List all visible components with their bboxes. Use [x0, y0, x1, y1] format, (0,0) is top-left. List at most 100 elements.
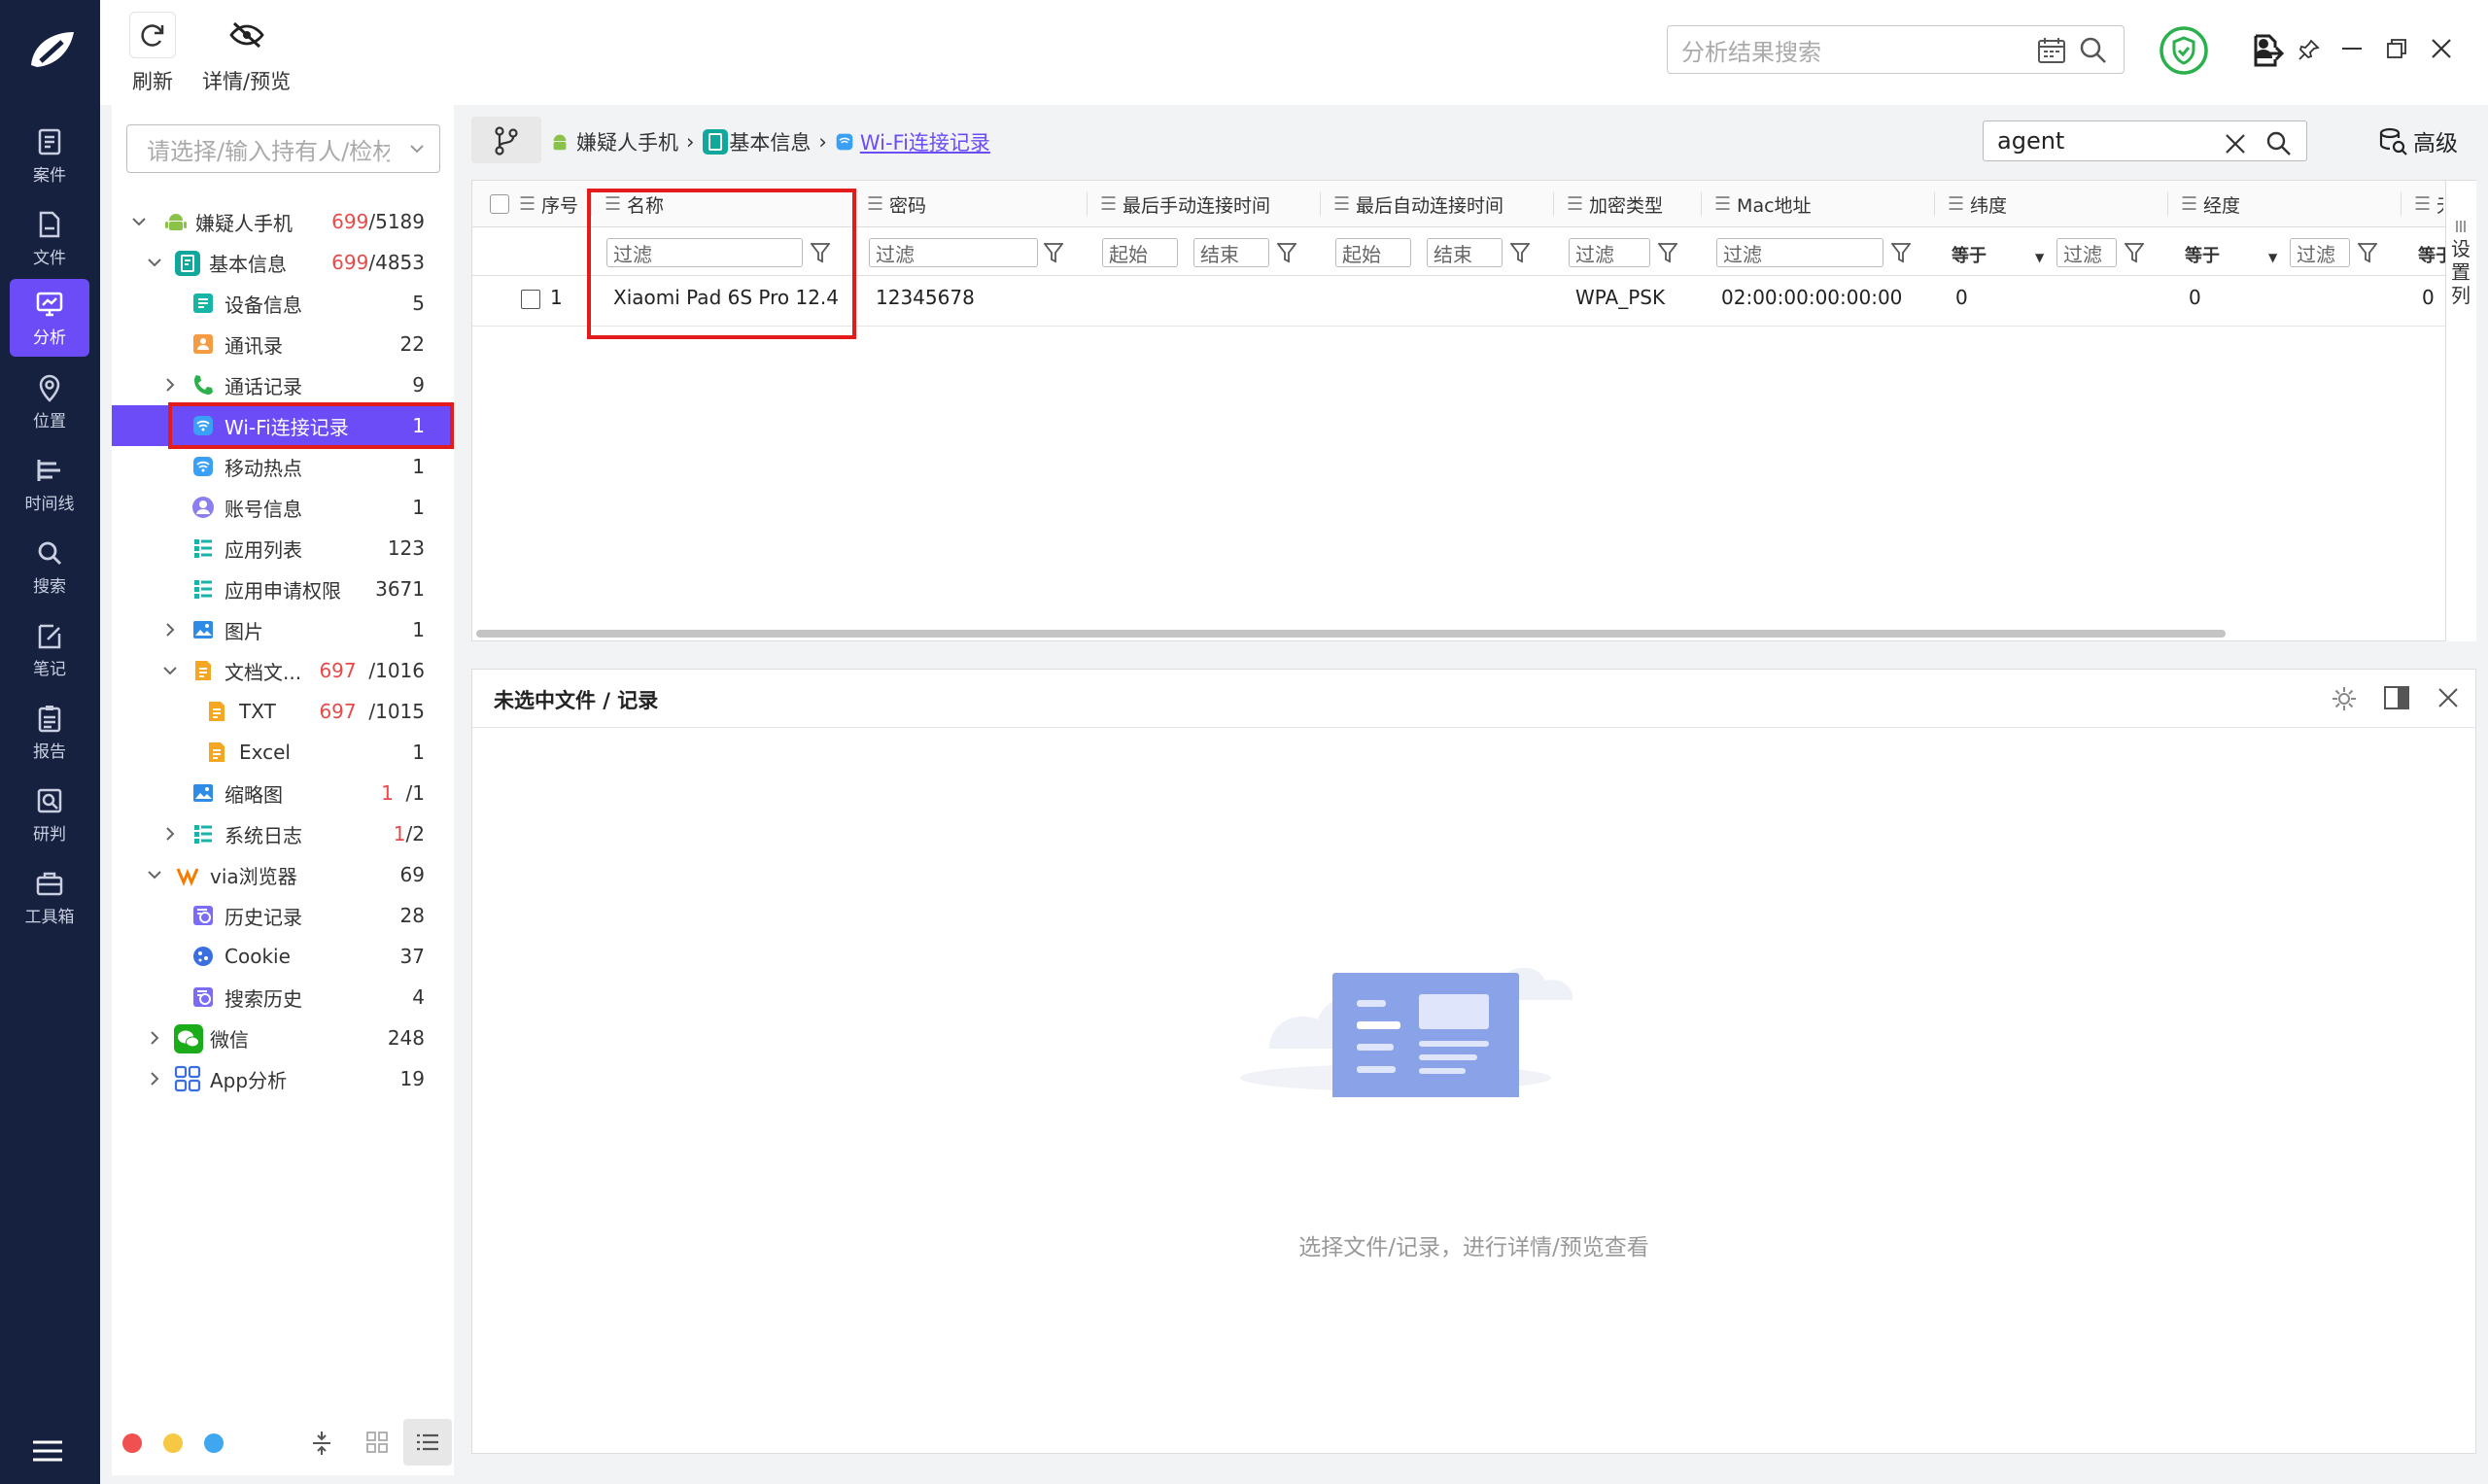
search-icon[interactable]: [2265, 130, 2293, 157]
tree-item-app-list[interactable]: 应用列表 123: [112, 528, 454, 569]
hamburger-menu-icon[interactable]: [31, 1438, 66, 1464]
filter-mac-input[interactable]: 过滤: [1716, 238, 1883, 267]
tree-item-device-info[interactable]: 设备信息 5: [112, 283, 454, 324]
chevron-right-icon[interactable]: [147, 1030, 162, 1046]
advanced-search-button[interactable]: 高级: [2378, 124, 2458, 157]
clear-icon[interactable]: [2225, 133, 2246, 155]
filter-funnel-icon[interactable]: [2358, 242, 2377, 263]
row-checkbox[interactable]: [521, 290, 540, 309]
chevron-right-icon[interactable]: [162, 826, 178, 842]
nav-report[interactable]: 报告: [10, 693, 89, 771]
filter-funnel-icon[interactable]: [1658, 242, 1677, 263]
filter-funnel-icon[interactable]: [1510, 242, 1530, 263]
nav-judge[interactable]: 研判: [10, 776, 89, 853]
tree-item-app-analysis[interactable]: App分析 19: [112, 1058, 454, 1099]
search-icon[interactable]: [2079, 36, 2108, 65]
detail-preview-button[interactable]: 详情/预览: [202, 12, 291, 95]
tree-item-via-browser[interactable]: via浏览器 69: [112, 854, 454, 895]
filter-funnel-icon[interactable]: [1277, 242, 1296, 263]
split-panel-icon[interactable]: [2383, 685, 2410, 710]
minimize-icon[interactable]: [2342, 47, 2362, 51]
col-header-longitude[interactable]: ☰ 经度: [2181, 181, 2240, 227]
chevron-down-icon[interactable]: [131, 214, 147, 229]
filter-lng-operator[interactable]: 等于 ▼: [2185, 242, 2277, 267]
tree-item-app-permissions[interactable]: 应用申请权限 3671: [112, 569, 454, 609]
chevron-down-icon[interactable]: [147, 867, 162, 882]
pin-icon[interactable]: [2298, 39, 2320, 60]
grid-search-input[interactable]: agent: [1983, 121, 2307, 161]
tree-item-wechat[interactable]: 微信 248: [112, 1018, 454, 1058]
filter-auto-end-input[interactable]: 结束: [1427, 238, 1503, 267]
chevron-right-icon[interactable]: [162, 377, 178, 393]
tree-item-account-info[interactable]: 账号信息 1: [112, 487, 454, 528]
nav-analysis[interactable]: 分析: [10, 279, 89, 357]
chevron-down-icon[interactable]: [147, 255, 162, 270]
nav-file[interactable]: 文件: [10, 199, 89, 277]
tree-item-thumbnails[interactable]: 缩略图 1 /1: [112, 773, 454, 813]
filter-manual-start-input[interactable]: 起始: [1102, 238, 1178, 267]
breadcrumb-item-basic-info[interactable]: 基本信息: [729, 127, 811, 156]
tree-item-search-history[interactable]: 搜索历史 4: [112, 977, 454, 1018]
col-header-auto-time[interactable]: ☰ 最后自动连接时间: [1333, 181, 1503, 227]
col-header-encryption[interactable]: ☰ 加密类型: [1567, 181, 1663, 227]
nav-note[interactable]: 笔记: [10, 610, 89, 688]
nav-search[interactable]: 搜索: [10, 528, 89, 605]
chevron-down-icon[interactable]: [162, 663, 178, 678]
horizontal-scrollbar[interactable]: [476, 630, 2226, 638]
analysis-search-input[interactable]: 分析结果搜索: [1667, 25, 2125, 74]
filter-encryption-input[interactable]: 过滤: [1569, 238, 1650, 267]
tree-item-documents[interactable]: 文档文... 697 /1016: [112, 650, 454, 691]
shield-status-icon[interactable]: [2159, 25, 2209, 76]
tree-item-txt[interactable]: TXT 697 /1015: [112, 691, 454, 732]
col-header-password[interactable]: ☰ 密码: [867, 181, 926, 227]
list-view-button[interactable]: [403, 1419, 452, 1466]
col-header-manual-time[interactable]: ☰ 最后手动连接时间: [1100, 181, 1270, 227]
tree-item-suspect-phone[interactable]: 嫌疑人手机 699/5189: [112, 201, 454, 242]
chevron-right-icon[interactable]: [162, 622, 178, 638]
col-header-mac[interactable]: ☰ Mac地址: [1714, 181, 1812, 227]
tree-item-basic-info[interactable]: 基本信息 699/4853: [112, 242, 454, 283]
select-all-checkbox[interactable]: [490, 194, 509, 214]
user-icon[interactable]: [2255, 39, 2272, 58]
chevron-right-icon[interactable]: [147, 1071, 162, 1087]
nav-location[interactable]: 位置: [10, 362, 89, 440]
tree-item-history[interactable]: 历史记录 28: [112, 895, 454, 936]
tree-item-contacts[interactable]: 通讯录 22: [112, 324, 454, 364]
red-dot-icon[interactable]: [122, 1433, 142, 1453]
filter-lng-input[interactable]: 过滤: [2290, 238, 2350, 267]
calendar-icon[interactable]: [2037, 37, 2066, 64]
nav-toolbox[interactable]: 工具箱: [10, 858, 89, 936]
filter-funnel-icon[interactable]: [2125, 242, 2144, 263]
breadcrumb-item-phone[interactable]: 嫌疑人手机: [576, 127, 678, 156]
filter-funnel-icon[interactable]: [1044, 242, 1063, 263]
gear-icon[interactable]: [2331, 685, 2358, 712]
nav-timeline[interactable]: 时间线: [10, 445, 89, 523]
tree-item-cookie[interactable]: Cookie 37: [112, 936, 454, 977]
filter-lat-input[interactable]: 过滤: [2056, 238, 2117, 267]
holder-select-input[interactable]: 请选择/输入持有人/检材: [126, 124, 440, 173]
tree-item-excel[interactable]: Excel 1: [112, 732, 454, 773]
column-settings-panel[interactable]: 设置列: [2445, 181, 2476, 641]
collapse-all-icon[interactable]: [311, 1430, 332, 1457]
filter-lat-operator[interactable]: 等于 ▼: [1952, 242, 2044, 267]
close-icon[interactable]: [2437, 687, 2459, 708]
branch-button[interactable]: [471, 117, 541, 163]
col-header-latitude[interactable]: ☰ 纬度: [1948, 181, 2007, 227]
filter-password-input[interactable]: 过滤: [869, 238, 1038, 267]
col-header-extra[interactable]: ☰无: [2414, 181, 2443, 227]
refresh-button[interactable]: 刷新: [129, 12, 176, 95]
tree-item-hotspot[interactable]: 移动热点 1: [112, 446, 454, 487]
tree-item-images[interactable]: 图片 1: [112, 609, 454, 650]
tree-item-call-log[interactable]: 通话记录 9: [112, 364, 454, 405]
filter-extra-operator[interactable]: 等于: [2418, 242, 2445, 267]
restore-icon[interactable]: [2387, 39, 2406, 58]
col-header-index[interactable]: ☰ 序号: [519, 181, 578, 227]
filter-auto-start-input[interactable]: 起始: [1335, 238, 1411, 267]
close-icon[interactable]: [2431, 38, 2452, 59]
breadcrumb-item-wifi[interactable]: Wi-Fi连接记录: [860, 127, 990, 156]
yellow-dot-icon[interactable]: [163, 1433, 183, 1453]
blue-dot-icon[interactable]: [204, 1433, 224, 1453]
filter-funnel-icon[interactable]: [1891, 242, 1911, 263]
nav-case[interactable]: 案件: [10, 117, 89, 194]
tree-item-system-log[interactable]: 系统日志 1/2: [112, 813, 454, 854]
